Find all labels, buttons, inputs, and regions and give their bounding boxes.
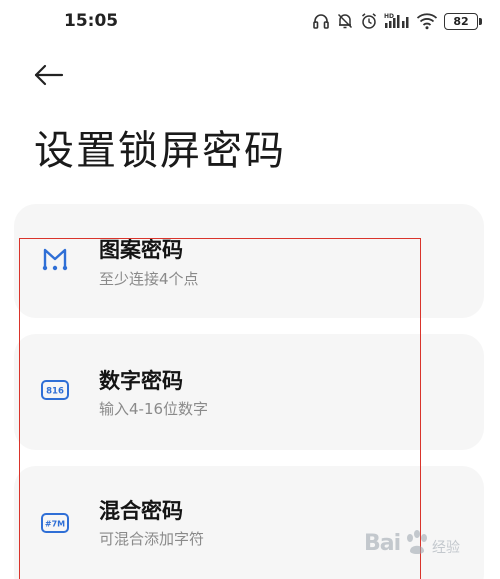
option-mixed-password[interactable]: #7M 混合密码 可混合添加字符 xyxy=(14,466,484,579)
headphones-icon xyxy=(313,14,329,29)
back-button[interactable] xyxy=(32,60,68,90)
option-subtitle: 至少连接4个点 xyxy=(99,270,199,288)
bell-off-icon xyxy=(337,13,353,29)
lock-screen-password-settings: 15:05 HD 82 设置锁屏密码 图案密码 至少连接4个点 816 数字密码… xyxy=(0,0,500,579)
watermark-logo-text: Bai xyxy=(364,531,401,556)
baidu-watermark: Bai 经验 xyxy=(364,529,474,561)
option-title: 混合密码 xyxy=(99,499,183,523)
option-title: 图案密码 xyxy=(99,238,183,262)
arrow-left-icon xyxy=(34,64,64,86)
option-title: 数字密码 xyxy=(99,369,183,393)
status-icons: HD 82 xyxy=(312,10,482,32)
option-numeric-password[interactable]: 816 数字密码 输入4-16位数字 xyxy=(14,334,484,450)
battery-level: 82 xyxy=(453,14,469,28)
mixed-password-icon-text: #7M xyxy=(45,520,65,529)
page-title: 设置锁屏密码 xyxy=(34,128,286,174)
paw-icon xyxy=(407,530,427,554)
option-pattern-password[interactable]: 图案密码 至少连接4个点 xyxy=(14,204,484,318)
option-subtitle: 输入4-16位数字 xyxy=(99,400,209,418)
status-time: 15:05 xyxy=(64,11,119,31)
option-subtitle: 可混合添加字符 xyxy=(99,530,205,548)
wifi-icon xyxy=(416,13,438,30)
hd-signal-icon: HD xyxy=(384,13,409,28)
numeric-pin-icon: 816 xyxy=(41,380,69,400)
mixed-password-icon: #7M xyxy=(41,513,69,533)
alarm-icon xyxy=(362,13,376,29)
watermark-sub-text: 经验 xyxy=(432,540,460,556)
battery-icon: 82 xyxy=(444,12,482,30)
numeric-pin-icon-text: 816 xyxy=(46,387,64,397)
status-bar: 15:05 HD 82 xyxy=(0,0,500,44)
pattern-icon xyxy=(42,248,68,271)
svg-text:HD: HD xyxy=(384,13,394,20)
